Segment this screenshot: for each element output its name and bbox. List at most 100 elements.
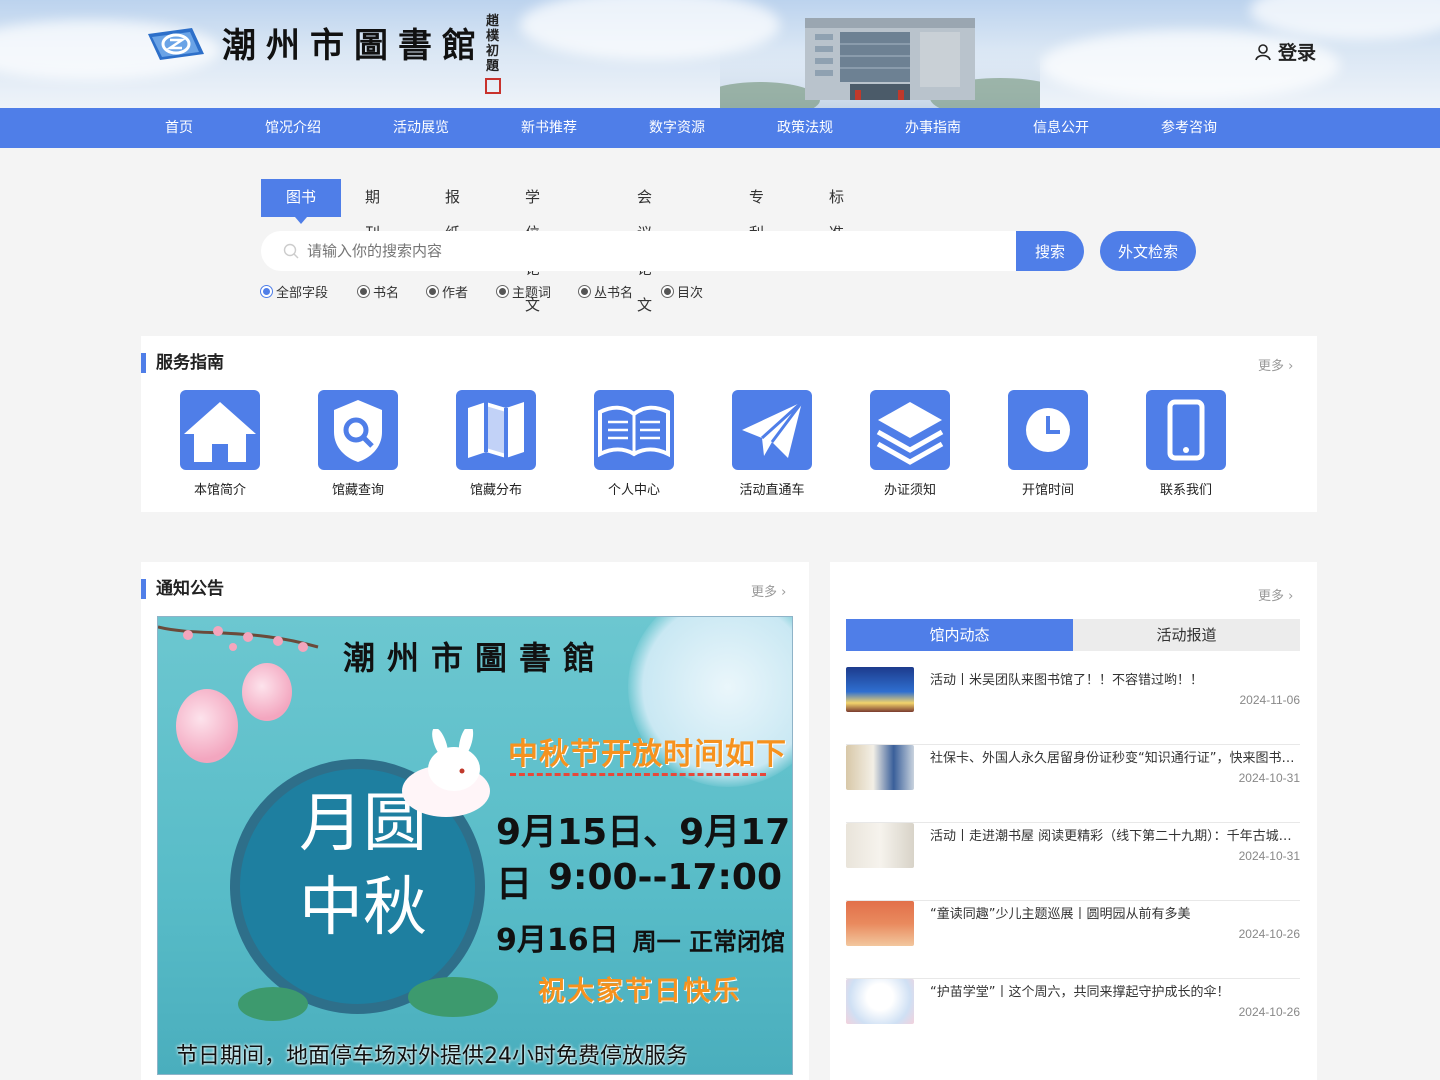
closed-note: 周一 正常闭馆 [632,928,785,956]
nav-item-new-books[interactable]: 新书推荐 [521,108,577,148]
search-icon [283,243,299,259]
nav-item-digital-resources[interactable]: 数字资源 [649,108,705,148]
radio-all-fields[interactable]: 全部字段 [260,282,328,301]
notice-title: 通知公告 [141,579,224,599]
home-icon [180,390,260,470]
services-title: 服务指南 [141,353,224,373]
search-box [261,231,1016,271]
tab-library-news[interactable]: 馆内动态 [846,619,1073,651]
login-button[interactable]: 登录 [1254,38,1316,65]
lantern-decoration [176,689,238,763]
nav-item-service-guide[interactable]: 办事指南 [905,108,961,148]
radio-button [426,285,439,298]
service-collection-map[interactable]: 馆藏分布 [456,390,536,498]
search-input[interactable] [307,242,987,260]
layers-icon [870,390,950,470]
radio-label: 书名 [373,286,400,301]
news-item[interactable]: “护苗学堂”丨这个周六，共同来撑起守护成长的伞！ 2024-10-26 [846,979,1300,1057]
news-date: 2024-10-26 [1238,1005,1300,1019]
poster-dashed-divider [510,773,766,776]
chevron-right-icon: › [1288,359,1294,374]
service-collection-search[interactable]: 馆藏查询 [318,390,398,498]
poster-footer: 节日期间，地面停车场对外提供24小时免费停放服务 [176,1044,688,1069]
radio-button [578,285,591,298]
closed-date: 9月16日 [496,923,619,958]
service-label: 活动直通车 [739,483,805,498]
tab-theses[interactable]: 学位论文 [525,179,540,314]
news-date: 2024-10-31 [1238,771,1300,785]
news-more-link[interactable]: 更多 › [1258,585,1293,604]
news-item[interactable]: 社保卡、外国人永久居留身份证秒变“知识通行证”，快来图书馆体验吧 2024-10… [846,745,1300,823]
map-icon [456,390,536,470]
radio-author[interactable]: 作者 [426,282,468,301]
service-personal-center[interactable]: 个人中心 [594,390,674,498]
news-date: 2024-11-06 [1239,693,1301,707]
radio-subject[interactable]: 主题词 [496,282,551,301]
clock-icon [1008,390,1088,470]
library-logo[interactable] [146,26,206,62]
library-building-image [720,18,1040,108]
service-opening-hours[interactable]: 开馆时间 [1008,390,1088,498]
foreign-search-button[interactable]: 外文检索 [1100,231,1196,271]
poster-subtitle: 中秋节开放时间如下 [508,737,787,772]
nav-item-policies[interactable]: 政策法规 [777,108,833,148]
news-title[interactable]: 活动丨米吴团队来图书馆了！！不容错过哟！！ [930,669,1300,688]
tab-books[interactable]: 图书 [261,179,341,224]
more-label: 更多 [751,585,778,600]
radio-label: 目次 [677,286,704,301]
service-activity-express[interactable]: 活动直通车 [732,390,812,498]
search-button[interactable]: 搜索 [1016,231,1084,271]
radio-button [496,285,509,298]
news-title[interactable]: 社保卡、外国人永久居留身份证秒变“知识通行证”，快来图书馆体验吧 [930,747,1300,766]
shield-search-icon [318,390,398,470]
login-label: 登录 [1278,42,1317,64]
user-icon [1255,43,1271,60]
calligraphy-inscription: 趙樸初題 [486,14,500,74]
tab-journals[interactable]: 期刊 [365,179,380,242]
service-label: 个人中心 [607,483,660,498]
nav-item-about[interactable]: 馆况介绍 [265,108,321,148]
news-title[interactable]: “童读同趣”少儿主题巡展丨圆明园从前有多美 [930,903,1300,922]
news-thumbnail [846,823,914,868]
services-more-link[interactable]: 更多 › [1258,355,1293,374]
news-tabs: 馆内动态 活动报道 [846,619,1300,651]
service-card-guide[interactable]: 办证须知 [870,390,950,498]
chevron-right-icon: › [781,585,787,600]
paper-plane-icon [732,390,812,470]
news-item[interactable]: 活动丨走进潮书屋 阅读更精彩（线下第二十九期）：千年古城潮州 2024-10-3… [846,823,1300,901]
nav-item-reference[interactable]: 参考咨询 [1161,108,1217,148]
mid-autumn-notice-poster[interactable]: 潮州市圖書館 月圆 中秋 中秋节开放时间如下 9月15日、9月17日 9:00-… [157,616,793,1075]
notice-more-link[interactable]: 更多 › [751,581,786,600]
tab-patents[interactable]: 专利 [749,179,764,242]
tab-newspapers[interactable]: 报纸 [445,179,460,242]
news-date: 2024-10-31 [1238,849,1300,863]
more-label: 更多 [1258,359,1285,374]
nav-item-exhibitions[interactable]: 活动展览 [393,108,449,148]
service-label: 办证须知 [883,483,936,498]
more-label: 更多 [1258,589,1285,604]
tab-activity-reports[interactable]: 活动报道 [1073,619,1300,651]
news-item[interactable]: “童读同趣”少儿主题巡展丨圆明园从前有多美 2024-10-26 [846,901,1300,979]
radio-button [661,285,674,298]
tab-conference-papers[interactable]: 会议论文 [637,179,652,314]
radio-button [357,285,370,298]
service-about[interactable]: 本馆简介 [180,390,260,498]
site-header: 潮州市圖書館 趙樸初題 登录 [0,0,1440,108]
radio-contents[interactable]: 目次 [661,282,703,301]
lotus-leaf-decoration [408,977,498,1017]
news-title[interactable]: 活动丨走进潮书屋 阅读更精彩（线下第二十九期）：千年古城潮州 [930,825,1300,844]
nav-item-disclosure[interactable]: 信息公开 [1033,108,1089,148]
poster-wish: 祝大家节日快乐 [538,976,741,1007]
service-contact[interactable]: 联系我们 [1146,390,1226,498]
radio-label: 丛书名 [594,286,634,301]
poster-title: 潮州市圖書館 [343,639,608,677]
service-label: 本馆简介 [193,483,246,498]
news-title[interactable]: “护苗学堂”丨这个周六，共同来撑起守护成长的伞！ [930,981,1300,1000]
radio-title[interactable]: 书名 [357,282,399,301]
radio-series[interactable]: 丛书名 [578,282,633,301]
news-item[interactable]: 活动丨米吴团队来图书馆了！！不容错过哟！！ 2024-11-06 [846,667,1300,745]
nav-item-home[interactable]: 首页 [165,108,193,148]
tab-standards[interactable]: 标准 [829,179,844,242]
service-label: 馆藏查询 [331,483,384,498]
news-thumbnail [846,901,914,946]
